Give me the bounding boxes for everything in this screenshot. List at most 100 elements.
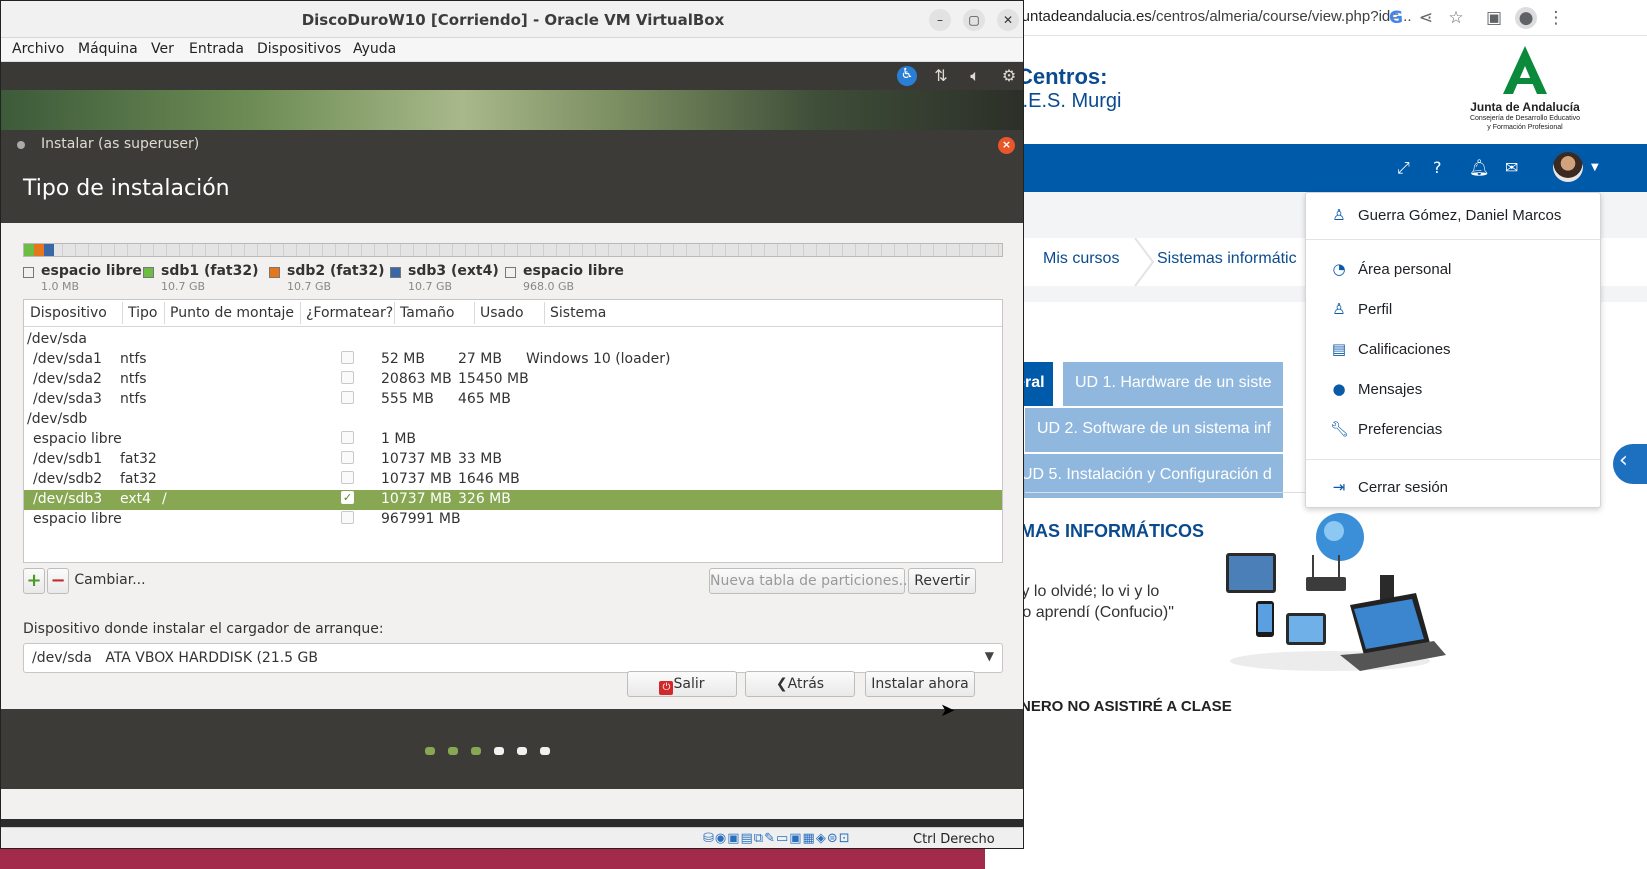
format-checkbox[interactable] xyxy=(341,351,354,364)
profile-icon[interactable]: ● xyxy=(1515,7,1537,29)
cell-device: /dev/sda xyxy=(27,331,87,347)
cell-size: 10737 MB xyxy=(381,471,452,487)
table-header: Dispositivo Tipo Punto de montaje ¿Forma… xyxy=(24,300,1002,327)
cell-device: /dev/sdb xyxy=(27,411,88,427)
menu-ver[interactable]: Ver xyxy=(151,41,174,57)
cell-device: /dev/sda1 xyxy=(33,351,102,367)
breadcrumb-course[interactable]: Sistemas informátic xyxy=(1157,250,1297,268)
menu-maquina[interactable]: Máquina xyxy=(78,41,138,57)
menu-item-logout[interactable]: ⇥ Cerrar sesión xyxy=(1306,469,1600,505)
site-title: Centros: xyxy=(1017,64,1108,89)
share-icon[interactable]: ⋖ xyxy=(1415,7,1437,29)
address-bar[interactable]: cia.juntadeandalucia.es/centros/almeria/… xyxy=(985,0,1647,36)
column-header[interactable]: Tipo xyxy=(128,305,157,321)
menu-entrada[interactable]: Entrada xyxy=(189,41,244,57)
change-partition-button[interactable]: Cambiar... xyxy=(71,568,149,594)
cell-size: 1 MB xyxy=(381,431,417,447)
format-checkbox[interactable] xyxy=(341,391,354,404)
accessibility-icon[interactable]: ♿︎ xyxy=(897,66,917,86)
minimize-button[interactable]: – xyxy=(929,9,951,31)
fullscreen-icon[interactable]: ⤢ xyxy=(1397,158,1410,178)
installer-titlebar[interactable]: Instalar (as superuser) × xyxy=(1,130,1023,160)
new-partition-table-button[interactable]: Nueva tabla de particiones... xyxy=(709,568,912,594)
drawer-toggle-chevron-icon[interactable]: ‹ xyxy=(1613,444,1647,484)
format-checkbox[interactable]: ✓ xyxy=(341,491,354,504)
close-button[interactable]: ✕ xyxy=(997,9,1019,31)
bootloader-label: Dispositivo donde instalar el cargador d… xyxy=(23,621,384,637)
user-menu-name[interactable]: ♙ Guerra Gómez, Daniel Marcos xyxy=(1306,197,1600,233)
cell-used: 326 MB xyxy=(458,491,511,507)
window-menu-icon[interactable] xyxy=(17,141,25,149)
column-header[interactable]: Tamaño xyxy=(400,305,454,321)
bootloader-select[interactable]: /dev/sda ATA VBOX HARDDISK (21.5 GB ▼ xyxy=(23,643,1003,673)
google-icon[interactable]: G xyxy=(1385,7,1407,29)
menu-item-preferences[interactable]: 🔧︎ Preferencias xyxy=(1306,411,1600,447)
table-row[interactable]: /dev/sda xyxy=(24,330,1002,350)
column-header[interactable]: ¿Formatear? xyxy=(306,305,393,321)
menu-dots-icon[interactable]: ⋮ xyxy=(1545,7,1567,29)
network-icon[interactable]: ⇅ xyxy=(931,66,951,86)
user-icon: ♙ xyxy=(1332,206,1346,224)
menu-item-dashboard[interactable]: ◔ Área personal xyxy=(1306,251,1600,287)
column-header[interactable]: Usado xyxy=(480,305,524,321)
menu-ayuda[interactable]: Ayuda xyxy=(353,41,396,57)
menu-dispositivos[interactable]: Dispositivos xyxy=(257,41,341,57)
tab-ud1[interactable]: UD 1. Hardware de un siste xyxy=(1063,362,1283,406)
table-row[interactable]: /dev/sda1 ntfs 52 MB 27 MB Windows 10 (loade… xyxy=(24,350,1002,370)
chevron-down-icon[interactable]: ▼ xyxy=(1591,162,1599,173)
add-partition-button[interactable]: + xyxy=(23,568,45,594)
table-row[interactable]: /dev/sdb2 fat32 10737 MB 1646 MB xyxy=(24,470,1002,490)
menu-item-messages[interactable]: ● Mensajes xyxy=(1306,371,1600,407)
url-text[interactable]: cia.juntadeandalucia.es/centros/almeria/… xyxy=(995,8,1412,25)
format-checkbox[interactable] xyxy=(341,511,354,524)
breadcrumb-my-courses[interactable]: Mis cursos xyxy=(1043,250,1119,268)
format-checkbox[interactable] xyxy=(341,371,354,384)
menu-divider xyxy=(1306,459,1600,460)
menu-archivo[interactable]: Archivo xyxy=(12,41,64,57)
mouse-cursor-icon: ➤ xyxy=(940,700,956,721)
quit-button[interactable]: ⏻ Salir xyxy=(627,671,737,697)
installer-close-button[interactable]: × xyxy=(998,137,1015,154)
window-titlebar[interactable]: DiscoDuroW10 [Corriendo] - Oracle VM Vir… xyxy=(1,1,1023,38)
table-row[interactable]: espacio libre 967991 MB xyxy=(24,510,1002,530)
format-checkbox[interactable] xyxy=(341,471,354,484)
volume-icon[interactable]: 🔈︎ xyxy=(965,66,985,86)
dashboard-gauge-icon: ◔ xyxy=(1332,260,1346,278)
junta-logo[interactable]: Junta de Andalucía Consejería de Desarro… xyxy=(1455,44,1595,134)
wrench-icon: 🔧︎ xyxy=(1330,420,1350,438)
column-header[interactable]: Sistema xyxy=(550,305,606,321)
progress-dot xyxy=(494,747,504,755)
sidebar-icon[interactable]: ▣ xyxy=(1483,7,1505,29)
remove-partition-button[interactable]: − xyxy=(47,568,69,594)
settings-gear-icon[interactable]: ⚙ xyxy=(999,66,1019,86)
table-row[interactable]: /dev/sdb1 fat32 10737 MB 33 MB xyxy=(24,450,1002,470)
format-checkbox[interactable] xyxy=(341,451,354,464)
messages-envelope-icon[interactable]: ✉ xyxy=(1505,158,1518,177)
menu-item-profile[interactable]: ♙ Perfil xyxy=(1306,291,1600,327)
menu-item-grades[interactable]: ▤ Calificaciones xyxy=(1306,331,1600,367)
back-button[interactable]: ❮Atrás xyxy=(745,671,855,697)
cell-used: 33 MB xyxy=(458,451,502,467)
table-row[interactable]: /dev/sda2 ntfs 20863 MB 15450 MB xyxy=(24,370,1002,390)
chevron-down-icon: ▼ xyxy=(984,649,994,663)
help-icon[interactable]: ? xyxy=(1433,158,1442,177)
device-status-icons[interactable]: ⛁◉▣▤⧉✎▭▣▦◈⊜⊡ xyxy=(703,831,851,846)
format-checkbox[interactable] xyxy=(341,431,354,444)
cell-type: ntfs xyxy=(120,371,147,387)
column-header[interactable]: Punto de montaje xyxy=(170,305,294,321)
table-row[interactable]: espacio libre 1 MB xyxy=(24,430,1002,450)
table-row[interactable]: /dev/sdb xyxy=(24,410,1002,430)
table-row[interactable]: /dev/sda3 ntfs 555 MB 465 MB xyxy=(24,390,1002,410)
maximize-button[interactable]: ▢ xyxy=(963,9,985,31)
revert-button[interactable]: Revertir xyxy=(908,568,976,594)
cell-type: fat32 xyxy=(120,451,157,467)
progress-dot xyxy=(517,747,527,755)
column-header[interactable]: Dispositivo xyxy=(30,305,107,321)
bookmark-star-icon[interactable]: ☆ xyxy=(1445,7,1467,29)
notifications-bell-icon[interactable]: 🔔︎ xyxy=(1469,158,1489,177)
virtualbox-window: DiscoDuroW10 [Corriendo] - Oracle VM Vir… xyxy=(0,0,1024,849)
install-now-button[interactable]: Instalar ahora xyxy=(865,671,975,697)
tab-ud2[interactable]: UD 2. Software de un sistema inf xyxy=(1025,408,1283,452)
avatar[interactable] xyxy=(1553,152,1583,182)
table-row[interactable]: /dev/sdb3 ext4 / 10737 MB 326 MB ✓ xyxy=(24,490,1002,510)
